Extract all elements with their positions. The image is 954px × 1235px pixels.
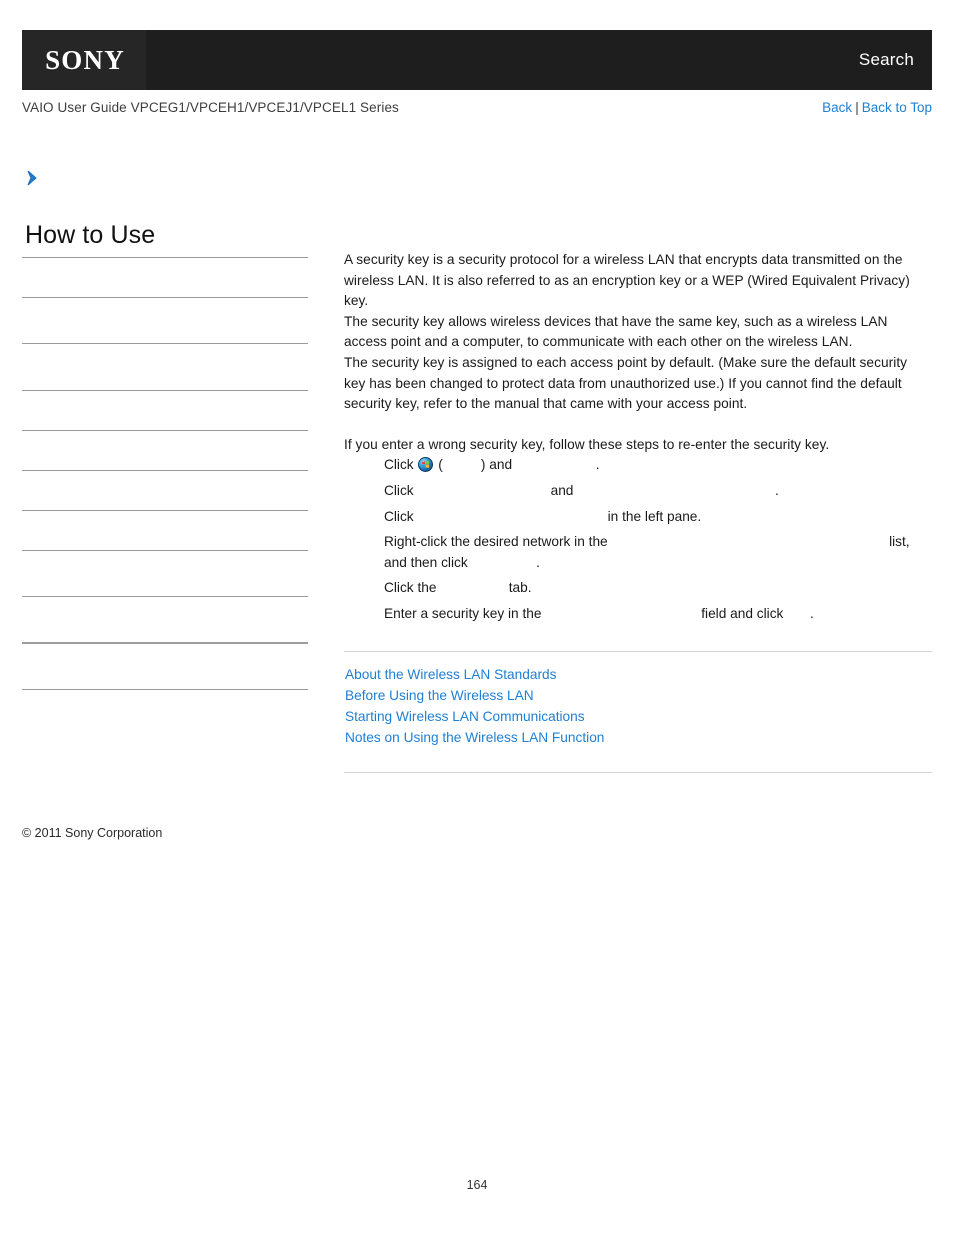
- step-text: ) and: [480, 457, 516, 473]
- paragraph-1: A security key is a security protocol fo…: [344, 252, 910, 309]
- sidebar-heading: How to Use: [25, 221, 156, 249]
- ui-term: [516, 457, 596, 472]
- sidebar-item-8[interactable]: [22, 597, 308, 642]
- copyright-notice: © 2011 Sony Corporation: [22, 826, 163, 840]
- step-text: .: [595, 457, 600, 473]
- ui-term: [417, 483, 550, 498]
- step-4: Right-click the desired network in the l…: [384, 532, 932, 573]
- step-text: Click: [384, 482, 418, 498]
- sony-wordmark: SONY: [45, 44, 125, 75]
- ui-term: [787, 606, 810, 621]
- paragraph-3: The security key is assigned to each acc…: [344, 354, 908, 412]
- ui-term: [440, 580, 508, 595]
- step-5: Click the tab.: [384, 578, 932, 599]
- step-text: .: [774, 482, 779, 498]
- sidebar-item-9[interactable]: [22, 644, 308, 689]
- step-text: Click: [384, 457, 418, 473]
- sidebar-item-3[interactable]: [22, 391, 308, 430]
- step-text: .: [536, 554, 540, 570]
- step-text: Enter a security key in the: [384, 605, 546, 621]
- back-link[interactable]: Back: [822, 100, 852, 115]
- intro-paragraphs: A security key is a security protocol fo…: [344, 250, 932, 415]
- search-button[interactable]: Search: [859, 50, 914, 70]
- step-text: .: [810, 605, 814, 621]
- ui-term: [417, 509, 607, 524]
- sony-logo[interactable]: SONY: [22, 30, 146, 90]
- sidebar-item-2[interactable]: [22, 344, 308, 390]
- sidebar-item-0[interactable]: [22, 258, 308, 297]
- steps-lead: If you enter a wrong security key, follo…: [344, 436, 830, 452]
- ui-term: [611, 534, 889, 549]
- sidebar-item-4[interactable]: [22, 431, 308, 470]
- step-2: Click and .: [384, 481, 932, 502]
- step-text: (: [434, 457, 443, 473]
- sidebar-item-7[interactable]: [22, 551, 308, 596]
- sidebar-item-6[interactable]: [22, 511, 308, 550]
- step-1: Click ( ) and .: [384, 455, 932, 476]
- step-text: Click the: [384, 580, 441, 596]
- subnav-bar: VAIO User Guide VPCEG1/VPCEH1/VPCEJ1/VPC…: [22, 100, 932, 124]
- sidebar-item-1[interactable]: [22, 298, 308, 343]
- step-3: Click in the left pane.: [384, 507, 932, 528]
- steps-list: Click ( ) and . Click and . Click in the…: [344, 455, 932, 624]
- related-links: About the Wireless LAN Standards Before …: [344, 652, 932, 760]
- content-divider-bottom: [344, 771, 932, 773]
- step-6: Enter a security key in the field and cl…: [384, 604, 932, 625]
- ui-term: [472, 555, 537, 570]
- ui-term: [577, 483, 775, 498]
- step-text: Click: [384, 508, 418, 524]
- sidebar-item-5[interactable]: [22, 471, 308, 510]
- link-separator: |: [855, 100, 859, 115]
- ui-term: [443, 457, 481, 472]
- sidebar-divider: [22, 688, 308, 690]
- step-text: Right-click the desired network in the: [384, 534, 612, 550]
- related-link-2[interactable]: Starting Wireless LAN Communications: [345, 706, 932, 727]
- step-text: field and click: [701, 605, 788, 621]
- step-text: and: [550, 482, 578, 498]
- subnav-links: Back | Back to Top: [822, 100, 932, 115]
- site-header: SONY Search: [22, 30, 932, 90]
- related-link-0[interactable]: About the Wireless LAN Standards: [345, 664, 932, 685]
- related-link-1[interactable]: Before Using the Wireless LAN: [345, 685, 932, 706]
- page-title: VAIO User Guide VPCEG1/VPCEH1/VPCEJ1/VPC…: [22, 100, 399, 115]
- sidebar: How to Use: [22, 170, 308, 690]
- main-content: A security key is a security protocol fo…: [344, 250, 932, 773]
- ui-term: [545, 606, 701, 621]
- chevron-right-icon[interactable]: [26, 170, 40, 186]
- related-link-3[interactable]: Notes on Using the Wireless LAN Function: [345, 727, 932, 748]
- page-number: 164: [466, 1178, 488, 1192]
- back-to-top-link[interactable]: Back to Top: [862, 100, 932, 115]
- paragraph-2: The security key allows wireless devices…: [344, 313, 888, 350]
- step-text: in the left pane.: [607, 508, 702, 524]
- step-text: tab.: [508, 580, 532, 596]
- windows-start-orb-icon[interactable]: [418, 457, 434, 473]
